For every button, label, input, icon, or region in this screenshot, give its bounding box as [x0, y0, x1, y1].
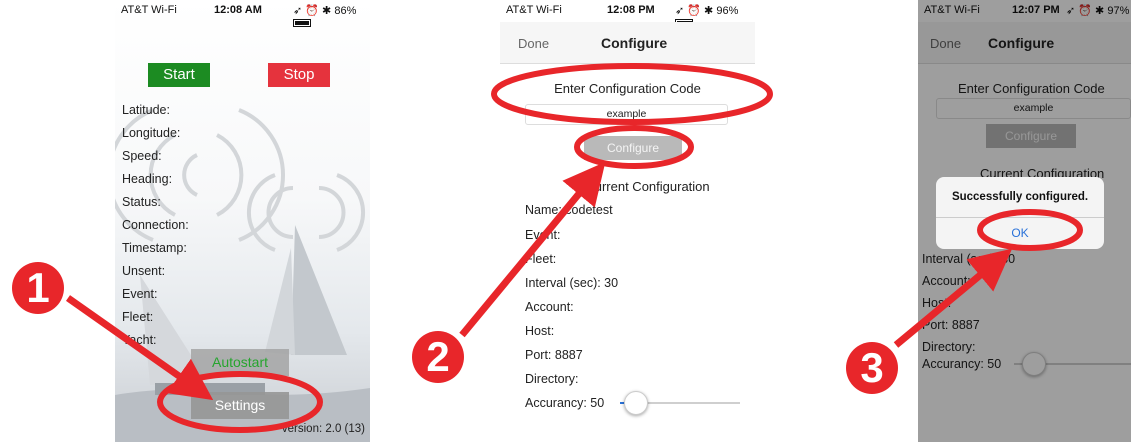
alert-ok-button[interactable]: OK [936, 226, 1104, 240]
start-button[interactable]: Start [148, 63, 210, 87]
connection-label: Connection: [122, 218, 189, 232]
step-3-badge: 3 [846, 342, 898, 394]
longitude-label: Longitude: [122, 126, 181, 140]
heading-label: Heading: [122, 172, 173, 186]
bluetooth-icon: ✱ [704, 5, 714, 17]
accuracy-label: Accurancy: 50 [525, 396, 605, 410]
page-title: Configure [601, 35, 668, 51]
configure-button[interactable]: Configure [584, 136, 682, 160]
host-label: Host: [525, 324, 555, 338]
time-label: 12:08 AM [214, 4, 262, 16]
status-bar: AT&T Wi-Fi 12:08 AM ➶ ⏰ ✱ 86% [115, 0, 370, 28]
stop-button[interactable]: Stop [268, 63, 330, 87]
speed-label: Speed: [122, 149, 162, 163]
battery-icon [293, 19, 311, 28]
fleet-label: Fleet: [122, 310, 154, 324]
enter-code-heading: Enter Configuration Code [554, 81, 701, 96]
fleet-label: Fleet: [525, 252, 557, 266]
settings-button[interactable]: Settings [191, 392, 289, 419]
alarm-icon: ⏰ [687, 5, 701, 17]
step-2-badge: 2 [412, 331, 464, 383]
configuration-code-input[interactable]: example [525, 104, 728, 125]
time-label: 12:08 PM [607, 4, 655, 16]
event-label: Event: [525, 228, 561, 242]
interval-value: Interval (sec): 30 [525, 276, 619, 290]
status-bar: AT&T Wi-Fi 12:08 PM ➶ ⏰ ✱ 96% [500, 0, 755, 28]
location-icon: ➶ [675, 5, 685, 17]
latitude-label: Latitude: [122, 103, 170, 117]
main-screen: AT&T Wi-Fi 12:08 AM ➶ ⏰ ✱ 86% Start Stop… [115, 0, 370, 442]
done-button[interactable]: Done [518, 36, 549, 51]
battery-label: 96% [716, 5, 739, 17]
version-label: version: 2.0 (13) [281, 423, 365, 435]
configured-alert-screen: AT&T Wi-Fi 12:07 PM ➶ ⏰ ✱ 97% Done Confi… [918, 0, 1131, 442]
account-label: Account: [525, 300, 574, 314]
step-1-badge: 1 [12, 262, 64, 314]
carrier-label: AT&T Wi-Fi [121, 4, 177, 16]
port-value: Port: 8887 [525, 348, 583, 362]
alert-message: Successfully configured. [951, 191, 1089, 203]
directory-label: Directory: [525, 372, 579, 386]
slider-thumb[interactable] [624, 391, 648, 415]
status-label: Status: [122, 195, 161, 209]
autostart-button[interactable]: Autostart [191, 349, 289, 376]
event-label: Event: [122, 287, 158, 301]
name-value: Name: codetest [525, 203, 613, 217]
bluetooth-icon: ✱ [322, 5, 332, 17]
alert-divider [936, 217, 1104, 218]
carrier-label: AT&T Wi-Fi [506, 4, 562, 16]
timestamp-label: Timestamp: [122, 241, 187, 255]
alarm-icon: ⏰ [305, 5, 319, 17]
success-alert: Successfully configured. OK [936, 177, 1104, 249]
unsent-label: Unsent: [122, 264, 166, 278]
battery-label: 86% [334, 5, 357, 17]
configure-screen: AT&T Wi-Fi 12:08 PM ➶ ⏰ ✱ 96% Done Confi… [500, 0, 755, 442]
yacht-label: Yacht: [122, 333, 157, 347]
navigation-bar: Done Configure [500, 22, 755, 64]
location-icon: ➶ [293, 5, 303, 17]
current-configuration-heading: Current Configuration [585, 179, 710, 194]
